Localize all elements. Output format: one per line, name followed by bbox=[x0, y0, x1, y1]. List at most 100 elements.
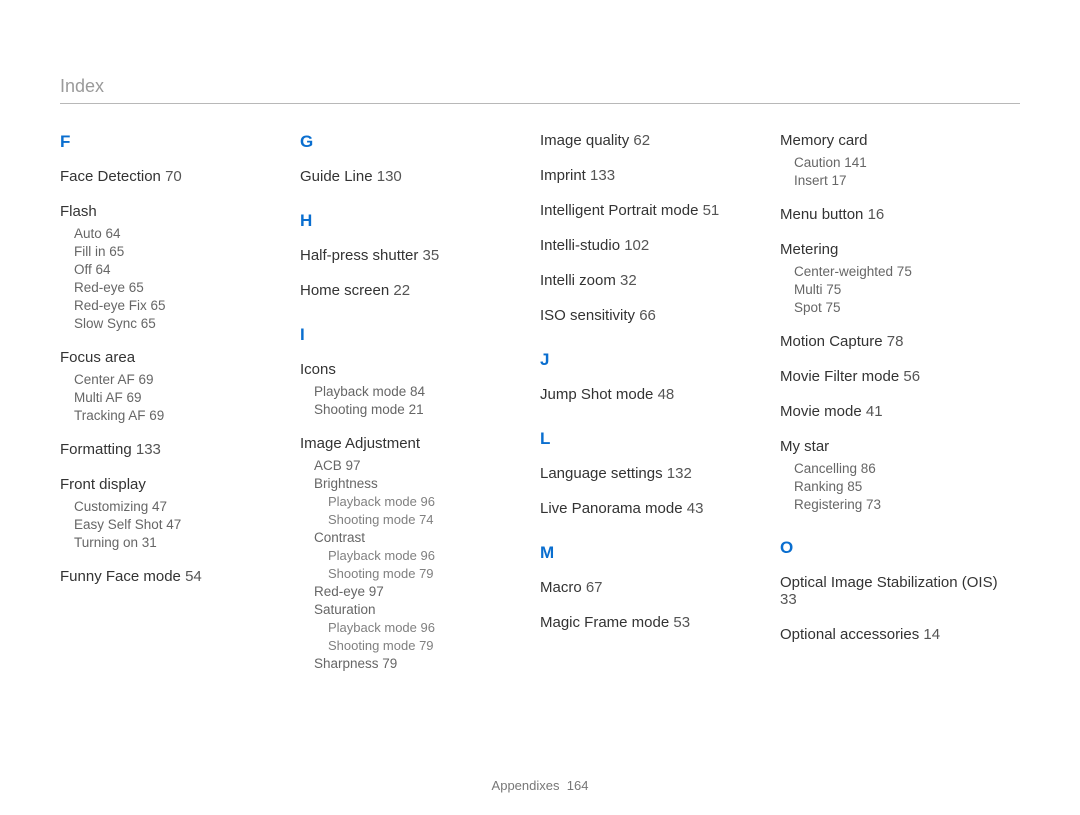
index-entry-label: Jump Shot mode bbox=[540, 386, 658, 403]
index-sub-entry: Multi 75 bbox=[794, 282, 1002, 297]
index-group-label: Metering bbox=[780, 241, 1002, 258]
index-entry-page: 53 bbox=[673, 614, 690, 631]
footer-section: Appendixes bbox=[492, 778, 560, 793]
index-entry-page: 56 bbox=[903, 368, 920, 385]
index-letter-heading: G bbox=[300, 132, 522, 152]
index-entry: Movie mode 41 bbox=[780, 403, 1002, 420]
index-entry: Menu button 16 bbox=[780, 206, 1002, 223]
index-letter-heading: L bbox=[540, 429, 762, 449]
index-sub-entry: Brightness bbox=[314, 476, 522, 491]
index-entry-line: Intelli zoom 32 bbox=[540, 272, 762, 289]
index-entry-line: ISO sensitivity 66 bbox=[540, 307, 762, 324]
index-sub2-entry: Playback mode 96 bbox=[328, 548, 522, 563]
index-entry-label: Image quality bbox=[540, 132, 633, 149]
index-letter-heading: H bbox=[300, 211, 522, 231]
index-sub-entry: Turning on 31 bbox=[74, 535, 282, 550]
footer-page-number: 164 bbox=[567, 778, 589, 793]
index-sub2-entry: Shooting mode 74 bbox=[328, 512, 522, 527]
index-entry-page: 14 bbox=[923, 626, 940, 643]
index-entry-label: Magic Frame mode bbox=[540, 614, 673, 631]
index-entry-page: 70 bbox=[165, 168, 182, 185]
index-entry: Jump Shot mode 48 bbox=[540, 386, 762, 403]
index-entry-page: 41 bbox=[866, 403, 883, 420]
index-sub-entry: Spot 75 bbox=[794, 300, 1002, 315]
index-group: IconsPlayback mode 84Shooting mode 21 bbox=[300, 361, 522, 417]
index-entry-label: Imprint bbox=[540, 167, 590, 184]
index-letter-heading: M bbox=[540, 543, 762, 563]
index-entry-label: Language settings bbox=[540, 465, 667, 482]
index-entry: Magic Frame mode 53 bbox=[540, 614, 762, 631]
index-entry-label: Movie mode bbox=[780, 403, 866, 420]
index-group-label: Focus area bbox=[60, 349, 282, 366]
index-entry-label: Face Detection bbox=[60, 168, 165, 185]
index-entry-line: Face Detection 70 bbox=[60, 168, 282, 185]
index-entry: Funny Face mode 54 bbox=[60, 568, 282, 585]
index-entry-page: 66 bbox=[639, 307, 656, 324]
index-entry-line: Imprint 133 bbox=[540, 167, 762, 184]
index-sub-entry: Sharpness 79 bbox=[314, 656, 522, 671]
index-entry-label: Formatting bbox=[60, 441, 136, 458]
index-entry-label: Funny Face mode bbox=[60, 568, 185, 585]
index-sub-entry: ACB 97 bbox=[314, 458, 522, 473]
index-entry-label: Optional accessories bbox=[780, 626, 923, 643]
index-entry-label: Optical Image Stabilization (OIS) bbox=[780, 574, 998, 591]
index-entry: Home screen 22 bbox=[300, 282, 522, 299]
index-entry-page: 48 bbox=[658, 386, 675, 403]
index-sub-entry: Red-eye 97 bbox=[314, 584, 522, 599]
index-entry-label: Macro bbox=[540, 579, 586, 596]
index-group-label: Flash bbox=[60, 203, 282, 220]
index-entry-line: Menu button 16 bbox=[780, 206, 1002, 223]
index-entry: Face Detection 70 bbox=[60, 168, 282, 185]
index-entry-page: 102 bbox=[624, 237, 649, 254]
index-entry-page: 32 bbox=[620, 272, 637, 289]
index-entry: Guide Line 130 bbox=[300, 168, 522, 185]
index-sub-entry: Center AF 69 bbox=[74, 372, 282, 387]
index-entry-page: 133 bbox=[136, 441, 161, 458]
index-entry: Intelli-studio 102 bbox=[540, 237, 762, 254]
index-entry-line: Intelligent Portrait mode 51 bbox=[540, 202, 762, 219]
index-entry: Intelligent Portrait mode 51 bbox=[540, 202, 762, 219]
index-entry-page: 43 bbox=[687, 500, 704, 517]
index-sub-entry: Fill in 65 bbox=[74, 244, 282, 259]
index-entry-line: Motion Capture 78 bbox=[780, 333, 1002, 350]
page-footer: Appendixes 164 bbox=[0, 778, 1080, 793]
index-group: Image Adjustment ACB 97 Brightness Playback… bbox=[300, 435, 522, 671]
index-group-label: Image Adjustment bbox=[300, 435, 522, 452]
index-group: Focus areaCenter AF 69Multi AF 69Trackin… bbox=[60, 349, 282, 423]
index-sub-entry: Caution 141 bbox=[794, 155, 1002, 170]
index-entry-line: Macro 67 bbox=[540, 579, 762, 596]
index-sub-entry: Shooting mode 21 bbox=[314, 402, 522, 417]
index-entry-line: Language settings 132 bbox=[540, 465, 762, 482]
index-entry-line: Home screen 22 bbox=[300, 282, 522, 299]
index-entry: Optional accessories 14 bbox=[780, 626, 1002, 643]
index-entry-page: 132 bbox=[667, 465, 692, 482]
index-entry: Motion Capture 78 bbox=[780, 333, 1002, 350]
index-sub-entry: Multi AF 69 bbox=[74, 390, 282, 405]
index-sub2-entry: Shooting mode 79 bbox=[328, 566, 522, 581]
index-sub-entry: Slow Sync 65 bbox=[74, 316, 282, 331]
index-letter-heading: I bbox=[300, 325, 522, 345]
index-entry-label: Intelli zoom bbox=[540, 272, 620, 289]
index-sub2-entry: Playback mode 96 bbox=[328, 494, 522, 509]
index-entry-line: Image quality 62 bbox=[540, 132, 762, 149]
index-entry: Movie Filter mode 56 bbox=[780, 368, 1002, 385]
index-sub-entry: Registering 73 bbox=[794, 497, 1002, 512]
index-group: MeteringCenter-weighted 75Multi 75Spot 7… bbox=[780, 241, 1002, 315]
index-sub-entry: Saturation bbox=[314, 602, 522, 617]
index-entry-line: Half-press shutter 35 bbox=[300, 247, 522, 264]
index-columns: FFace Detection 70FlashAuto 64Fill in 65… bbox=[60, 132, 1020, 689]
index-entry: Macro 67 bbox=[540, 579, 762, 596]
index-sub-entry: Ranking 85 bbox=[794, 479, 1002, 494]
index-entry-label: Home screen bbox=[300, 282, 393, 299]
index-entry-page: 130 bbox=[377, 168, 402, 185]
index-column: Image quality 62 Imprint 133 Intelligent P… bbox=[540, 132, 780, 689]
index-entry-line: Optional accessories 14 bbox=[780, 626, 1002, 643]
index-entry-line: Live Panorama mode 43 bbox=[540, 500, 762, 517]
index-sub2-entry: Playback mode 96 bbox=[328, 620, 522, 635]
index-sub-entry: Insert 17 bbox=[794, 173, 1002, 188]
index-entry-line: Funny Face mode 54 bbox=[60, 568, 282, 585]
index-entry-line: Magic Frame mode 53 bbox=[540, 614, 762, 631]
index-entry: Intelli zoom 32 bbox=[540, 272, 762, 289]
index-entry: Formatting 133 bbox=[60, 441, 282, 458]
index-sub-entry: Red-eye 65 bbox=[74, 280, 282, 295]
